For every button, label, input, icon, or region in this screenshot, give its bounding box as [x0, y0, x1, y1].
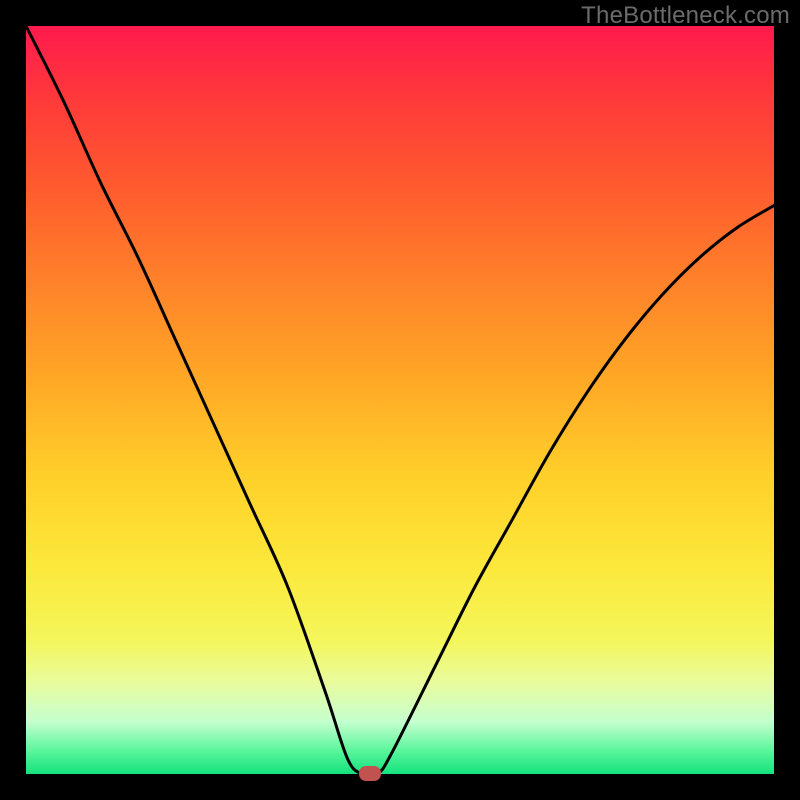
plot-area [26, 26, 774, 774]
chart-frame: TheBottleneck.com [0, 0, 800, 800]
optimal-point-marker [359, 766, 381, 781]
watermark-text: TheBottleneck.com [581, 2, 790, 30]
bottleneck-curve [26, 26, 774, 774]
